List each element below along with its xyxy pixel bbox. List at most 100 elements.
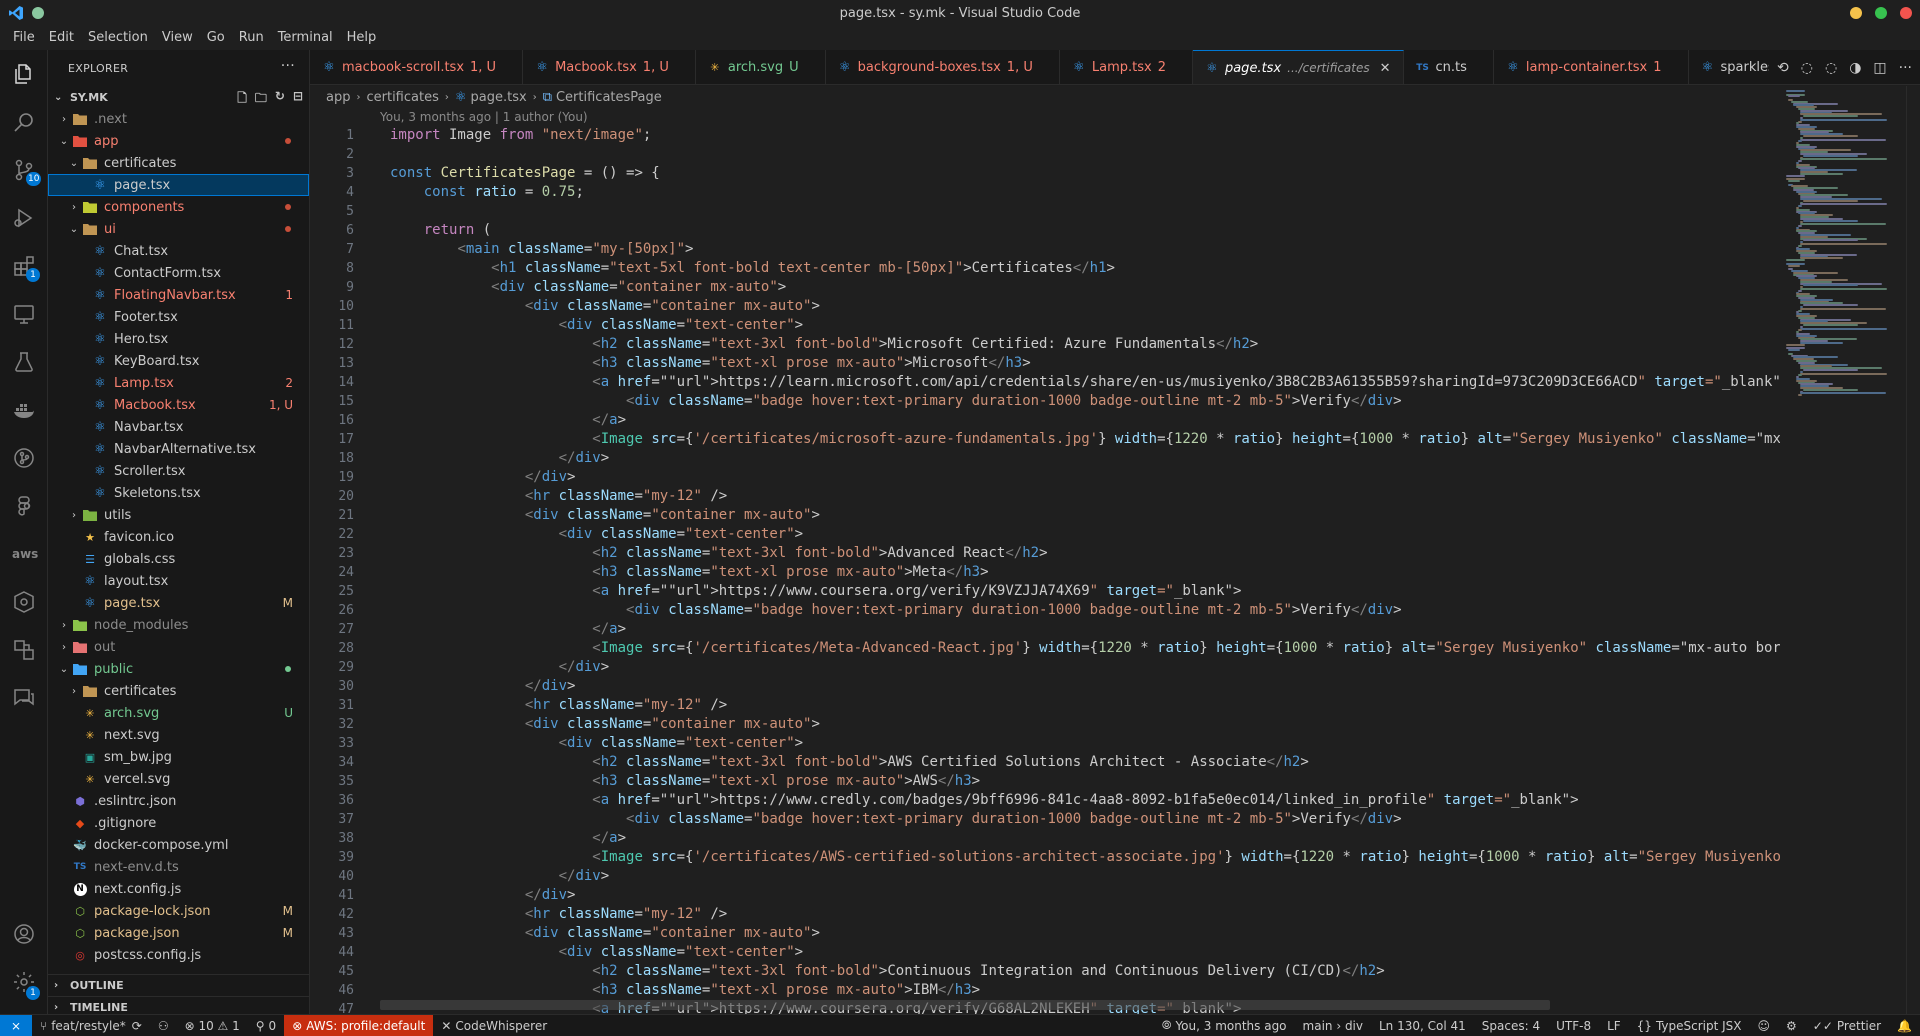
refresh-icon[interactable]: ↻ [275, 89, 285, 110]
open-changes-icon[interactable]: ◑ [1849, 60, 1861, 76]
breadcrumb-item[interactable]: certificates [366, 90, 438, 105]
new-folder-icon[interactable]: 🗀 [255, 89, 267, 110]
tree-item[interactable]: ⚛ Hero.tsx [48, 328, 309, 350]
tree-item[interactable]: ⚛ NavbarAlternative.tsx [48, 438, 309, 460]
tree-item[interactable]: ⚛ KeyBoard.tsx [48, 350, 309, 372]
explorer-more-actions-icon[interactable]: ··· [281, 58, 295, 74]
tree-item[interactable]: ⬡ package.json M [48, 922, 309, 944]
tree-item[interactable]: ⚛ Footer.tsx [48, 306, 309, 328]
search-icon[interactable] [12, 110, 36, 134]
minimap[interactable] [1780, 86, 1906, 1014]
tree-item[interactable]: ⚛ ContactForm.tsx [48, 262, 309, 284]
tree-item[interactable]: ⬡ package-lock.json M [48, 900, 309, 922]
tree-item[interactable]: ⌄ public [48, 658, 309, 680]
menu-go[interactable]: Go [200, 26, 232, 50]
menu-view[interactable]: View [155, 26, 200, 50]
editor-tab[interactable]: TS cn.ts [1404, 50, 1494, 84]
tree-item[interactable]: ⚛ FloatingNavbar.tsx 1 [48, 284, 309, 306]
tree-item[interactable]: ⬢ .eslintrc.json [48, 790, 309, 812]
tree-item[interactable]: ✳ vercel.svg [48, 768, 309, 790]
next-change-icon[interactable]: ◌ [1825, 60, 1837, 76]
tree-item[interactable]: ⌄ ui [48, 218, 309, 240]
new-file-icon[interactable]: 🗋 [237, 89, 247, 110]
editor-tab[interactable]: ⚛ Macbook.tsx 1, U [523, 50, 696, 84]
status-eol[interactable]: LF [1599, 1015, 1629, 1036]
status-prettier[interactable]: ✓✓ Prettier [1805, 1015, 1889, 1036]
tree-item[interactable]: Nnext.config.js [48, 878, 309, 900]
close-window-button[interactable] [1900, 7, 1912, 19]
editor-tab[interactable]: ⚛ Lamp.tsx 2 [1060, 50, 1193, 84]
split-editor-icon[interactable]: ◫ [1873, 60, 1886, 76]
more-actions-icon[interactable]: ··· [1899, 60, 1912, 76]
editor-tab[interactable]: ⚛ lamp-container.tsx 1 [1494, 50, 1689, 84]
tree-item[interactable]: › certificates [48, 680, 309, 702]
tab-close-icon[interactable]: ✕ [1380, 61, 1391, 76]
breadcrumb-item[interactable]: app [326, 90, 350, 105]
explorer-icon[interactable] [12, 62, 36, 86]
git-graph-icon[interactable] [12, 446, 36, 470]
tree-item[interactable]: ⚛ Lamp.tsx 2 [48, 372, 309, 394]
status-encoding[interactable]: UTF-8 [1548, 1015, 1599, 1036]
tree-item[interactable]: › node_modules [48, 614, 309, 636]
editor-tab[interactable]: ⚛ page.tsx .../certificates ✕ [1192, 50, 1404, 84]
code-editor[interactable]: You, 3 months ago | 1 author (You) 1 impo… [310, 108, 1780, 1014]
tree-item[interactable]: ⌄ app [48, 130, 309, 152]
status-aws-profile[interactable]: ⊗ AWS: profile:default [284, 1014, 434, 1036]
go-back-icon[interactable]: ⟲ [1777, 60, 1789, 76]
notifications-bell-icon[interactable]: 🔔 [1889, 1015, 1920, 1036]
tree-item[interactable]: › utils [48, 504, 309, 526]
figma-icon[interactable] [12, 494, 36, 518]
timeline-section[interactable]: › TIMELINE [48, 996, 309, 1014]
tree-item[interactable]: ⚛ Chat.tsx [48, 240, 309, 262]
status-ports[interactable]: ⚲ 0 [248, 1015, 284, 1036]
menu-help[interactable]: Help [340, 26, 384, 50]
tree-item[interactable]: ⚛ page.tsx M [48, 592, 309, 614]
menu-run[interactable]: Run [232, 26, 271, 50]
aws-icon[interactable]: aws [12, 542, 38, 566]
status-extension-gear-icon[interactable]: ⚙ [1778, 1015, 1805, 1036]
tree-item[interactable]: ◆ .gitignore [48, 812, 309, 834]
status-blame[interactable]: ⦾ You, 3 months ago [1154, 1015, 1295, 1036]
tree-item[interactable]: ⚛ Macbook.tsx 1, U [48, 394, 309, 416]
menu-file[interactable]: File [6, 26, 42, 50]
outline-section[interactable]: › OUTLINE [48, 974, 309, 996]
previous-change-icon[interactable]: ◌ [1801, 60, 1813, 76]
status-language[interactable]: {} TypeScript JSX [1629, 1015, 1750, 1036]
tree-item[interactable]: ⚛ layout.tsx [48, 570, 309, 592]
tree-item[interactable]: ⚛ Scroller.tsx [48, 460, 309, 482]
docker-icon[interactable] [12, 398, 36, 422]
status-breadcrumb[interactable]: main › div [1295, 1015, 1371, 1036]
status-codewhisperer[interactable]: ✕ CodeWhisperer [433, 1015, 555, 1036]
editor-tab[interactable]: ⚛ macbook-scroll.tsx 1, U [310, 50, 524, 84]
maximize-button[interactable] [1875, 7, 1887, 19]
horizontal-scrollbar[interactable] [380, 1000, 1550, 1010]
account-icon[interactable] [12, 922, 36, 946]
tree-item[interactable]: ⌄ certificates [48, 152, 309, 174]
tree-item[interactable]: TS next-env.d.ts [48, 856, 309, 878]
tree-item[interactable]: 🐳 docker-compose.yml [48, 834, 309, 856]
run-debug-icon[interactable] [12, 206, 36, 230]
containers-icon[interactable] [12, 638, 36, 662]
kubernetes-icon[interactable] [12, 590, 36, 614]
status-copilot-icon[interactable]: ☺ [1750, 1015, 1779, 1036]
status-branch[interactable]: ⑂ feat/restyle* ⟳ [32, 1015, 150, 1036]
menu-selection[interactable]: Selection [81, 26, 155, 50]
tree-item[interactable]: ☰ globals.css [48, 548, 309, 570]
tree-item[interactable]: ⚛ Navbar.tsx [48, 416, 309, 438]
workspace-root[interactable]: ⌄ SY.MK 🗋 🗀 ↻ ⊟ [48, 86, 309, 108]
menu-terminal[interactable]: Terminal [271, 26, 340, 50]
tree-item[interactable]: ★ favicon.ico [48, 526, 309, 548]
tree-item[interactable]: ◎ postcss.config.js [48, 944, 309, 966]
breadcrumb-item[interactable]: CertificatesPage [556, 90, 662, 105]
tree-item[interactable]: › out [48, 636, 309, 658]
editor-tab[interactable]: ✳ arch.svg U [696, 50, 826, 84]
breadcrumb-item[interactable]: page.tsx [471, 90, 527, 105]
status-problems[interactable]: ⊗ 10 ⚠ 1 [177, 1015, 248, 1036]
tree-item[interactable]: ✳ next.svg [48, 724, 309, 746]
minimize-button[interactable] [1850, 7, 1862, 19]
editor-tab[interactable]: ⚛ background-boxes.tsx 1, U [826, 50, 1060, 84]
chat-icon[interactable] [12, 686, 36, 710]
tree-item[interactable]: ▣ sm_bw.jpg [48, 746, 309, 768]
tree-item[interactable]: ⚛ page.tsx [48, 174, 309, 196]
tree-item[interactable]: ⚛ Skeletons.tsx [48, 482, 309, 504]
